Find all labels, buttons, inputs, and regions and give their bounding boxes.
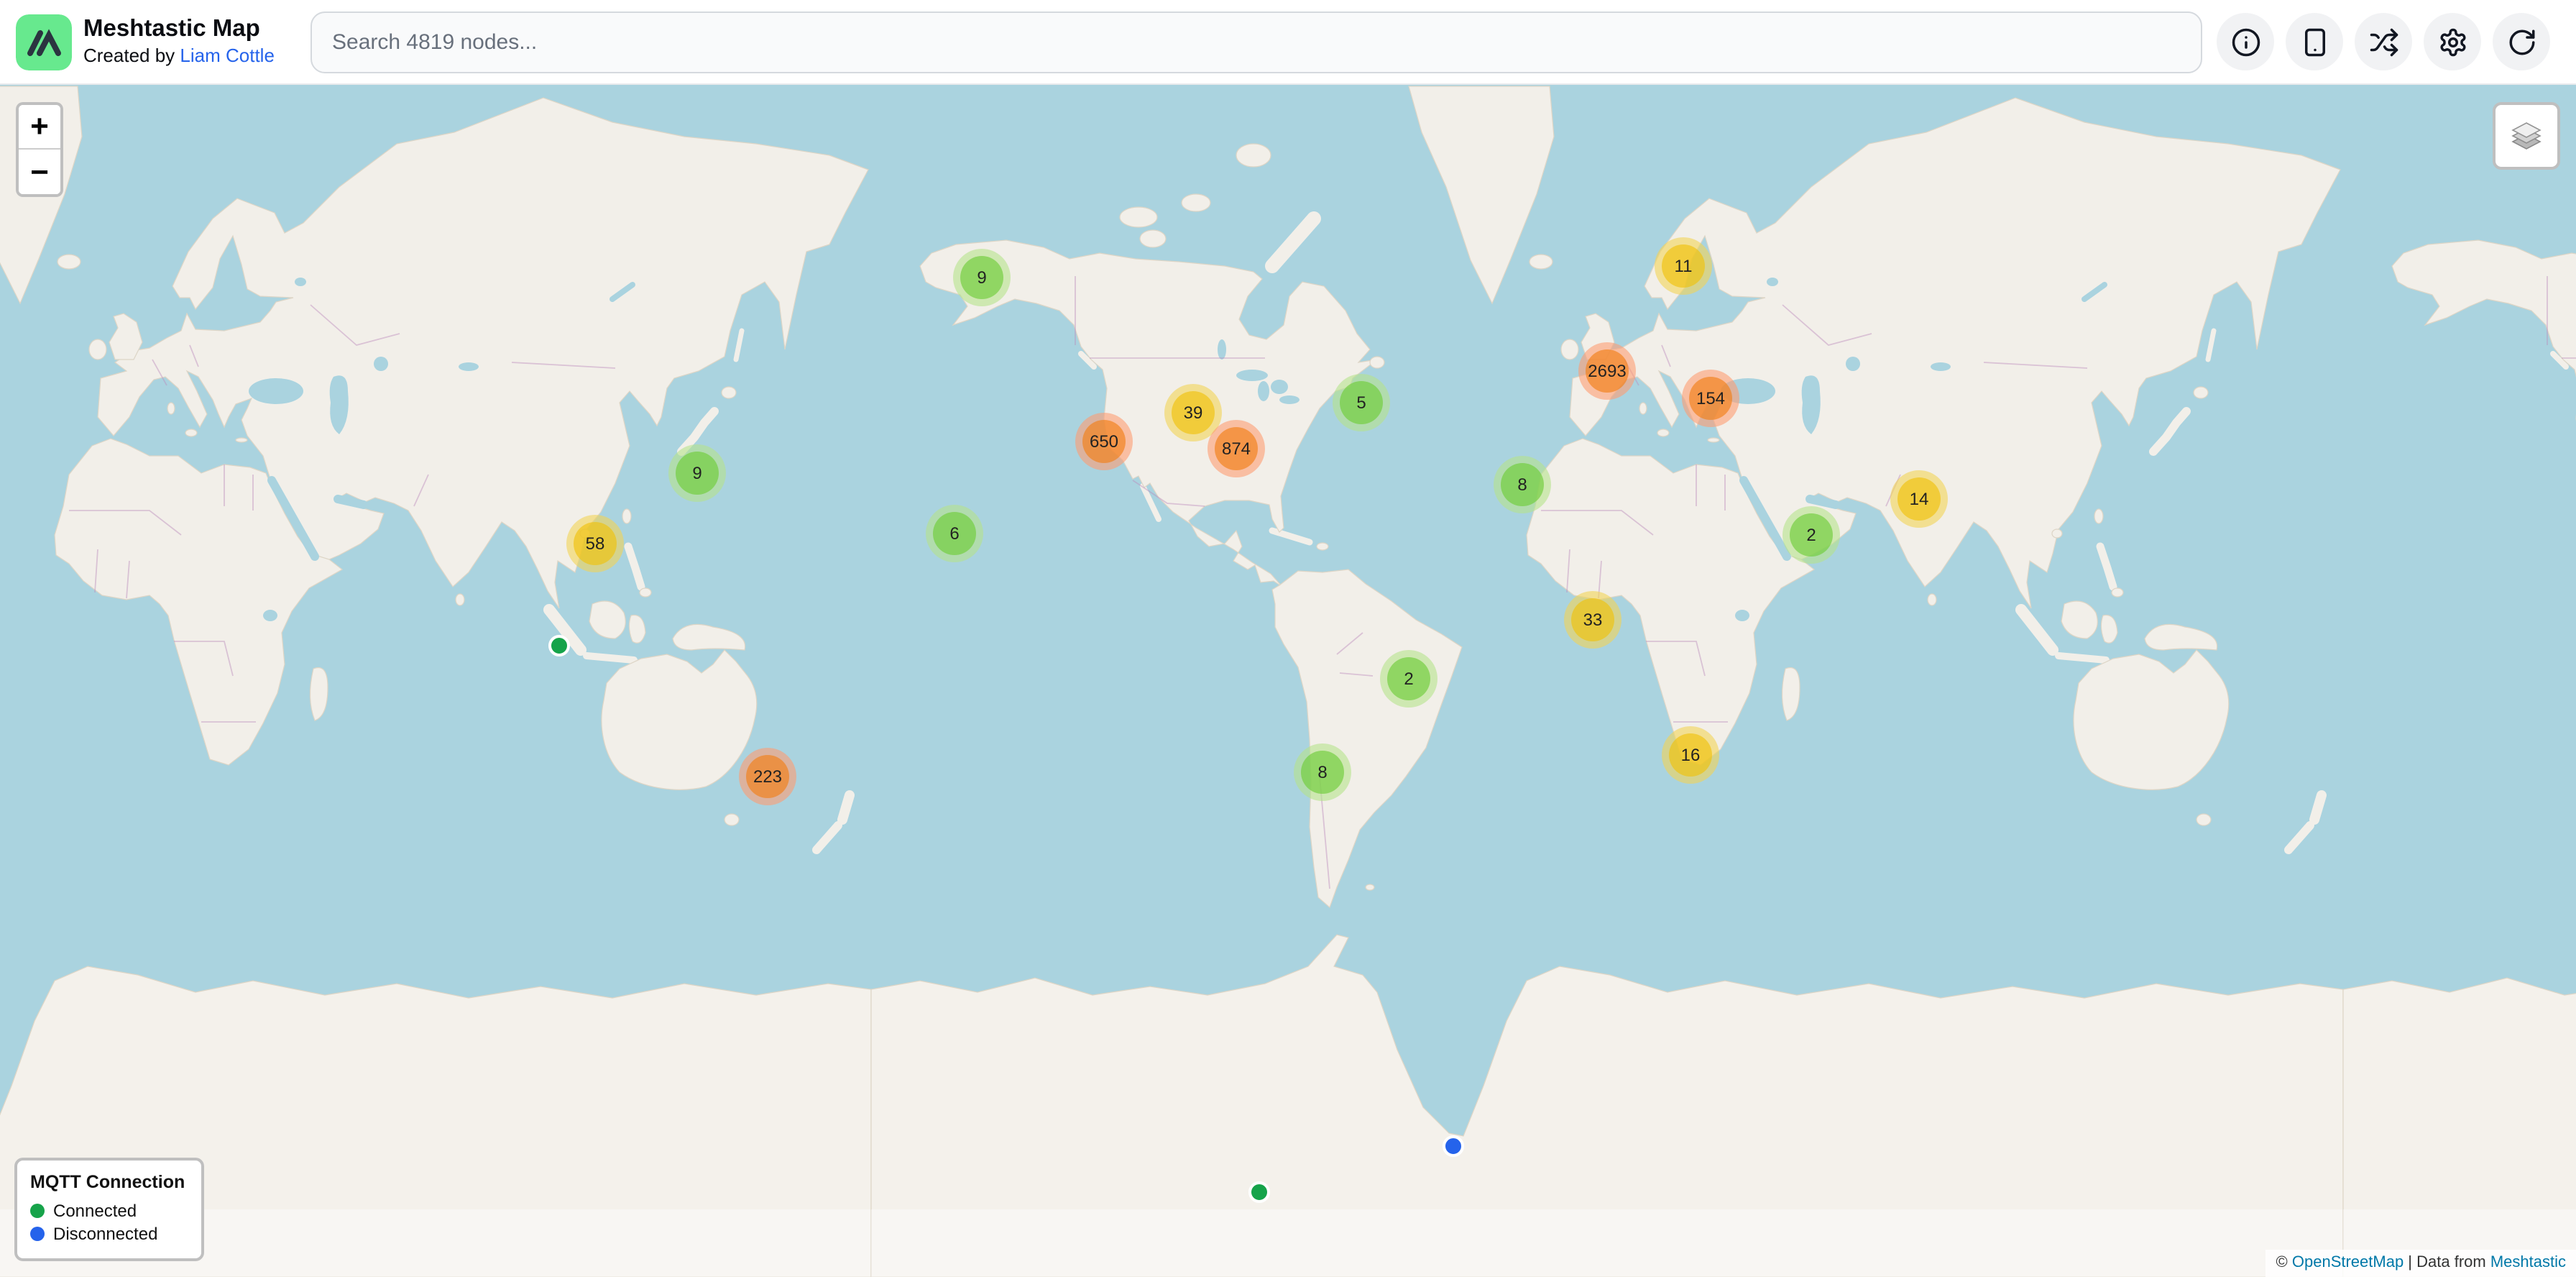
random-node-button[interactable] bbox=[2355, 13, 2412, 70]
byline: Created by Liam Cottle bbox=[83, 45, 299, 68]
mobile-app-button[interactable] bbox=[2286, 13, 2343, 70]
cluster-count: 2693 bbox=[1586, 349, 1629, 393]
cluster-count: 9 bbox=[960, 256, 1003, 299]
cluster-marker[interactable]: 154 bbox=[1682, 370, 1739, 427]
cluster-marker[interactable]: 874 bbox=[1208, 420, 1265, 477]
refresh-button[interactable] bbox=[2493, 13, 2550, 70]
attribution-separator: | Data from bbox=[2404, 1254, 2490, 1271]
search-input[interactable] bbox=[310, 11, 2202, 73]
cluster-marker[interactable]: 11 bbox=[1655, 237, 1712, 295]
cluster-count: 6 bbox=[933, 512, 976, 555]
cluster-marker[interactable]: 9 bbox=[668, 444, 726, 502]
cluster-count: 9 bbox=[676, 452, 719, 495]
cluster-marker[interactable]: 223 bbox=[739, 748, 796, 805]
marker-layer: 9 11 2693 154 650 39874 5 9 6 58 8 2 14 33 16 2 8 223 bbox=[0, 0, 2576, 1277]
cluster-marker[interactable]: 14 bbox=[1890, 470, 1948, 528]
cluster-count: 2 bbox=[1790, 513, 1833, 557]
toolbar bbox=[2217, 13, 2550, 70]
zoom-out-button[interactable]: − bbox=[19, 150, 60, 194]
cluster-count: 2 bbox=[1387, 657, 1430, 700]
node-marker-disconnected[interactable] bbox=[1443, 1135, 1464, 1157]
cluster-marker[interactable]: 5 bbox=[1333, 374, 1390, 431]
legend-item-disconnected: Disconnected bbox=[30, 1222, 188, 1245]
settings-button[interactable] bbox=[2424, 13, 2481, 70]
cluster-count: 11 bbox=[1662, 244, 1705, 288]
cluster-count: 14 bbox=[1898, 477, 1941, 521]
cluster-marker[interactable]: 2 bbox=[1782, 506, 1840, 564]
cluster-count: 8 bbox=[1301, 751, 1344, 794]
cluster-marker[interactable]: 2 bbox=[1380, 650, 1438, 708]
node-marker-connected[interactable] bbox=[1248, 1181, 1270, 1203]
cluster-marker[interactable]: 16 bbox=[1662, 726, 1719, 784]
cluster-count: 16 bbox=[1669, 733, 1712, 777]
gear-icon bbox=[2437, 27, 2467, 57]
map-attribution: © OpenStreetMap | Data from Meshtastic bbox=[2266, 1250, 2576, 1277]
smartphone-icon bbox=[2299, 27, 2329, 57]
layers-control[interactable] bbox=[2493, 102, 2560, 170]
page-title: Meshtastic Map bbox=[83, 16, 299, 45]
zoom-control: + − bbox=[16, 102, 63, 197]
connected-dot-icon bbox=[30, 1204, 45, 1218]
byline-prefix: Created by bbox=[83, 45, 180, 66]
cluster-count: 39 bbox=[1172, 391, 1215, 434]
cluster-count: 154 bbox=[1689, 377, 1732, 420]
info-button[interactable] bbox=[2217, 13, 2274, 70]
meshtastic-map-app: 9 11 2693 154 650 39874 5 9 6 58 8 2 14 33 16 2 8 223 Mes… bbox=[0, 0, 2576, 1277]
zoom-in-button[interactable]: + bbox=[19, 105, 60, 150]
cluster-marker[interactable]: 8 bbox=[1294, 743, 1351, 801]
cluster-count: 874 bbox=[1215, 427, 1258, 470]
cluster-count: 5 bbox=[1340, 381, 1383, 424]
cluster-marker[interactable]: 8 bbox=[1494, 456, 1551, 513]
disconnected-dot-icon bbox=[30, 1227, 45, 1241]
author-link[interactable]: Liam Cottle bbox=[180, 45, 275, 66]
header-bar: Meshtastic Map Created by Liam Cottle bbox=[0, 0, 2576, 85]
cluster-marker[interactable]: 2693 bbox=[1578, 342, 1636, 400]
cluster-count: 8 bbox=[1501, 463, 1544, 506]
cluster-marker[interactable]: 6 bbox=[926, 505, 983, 562]
copyright-text: © bbox=[2276, 1254, 2292, 1271]
legend-label: Disconnected bbox=[53, 1222, 157, 1245]
cluster-count: 33 bbox=[1571, 598, 1614, 641]
meshtastic-logo-icon bbox=[16, 14, 72, 70]
osm-link[interactable]: OpenStreetMap bbox=[2292, 1254, 2404, 1271]
world-map[interactable]: 9 11 2693 154 650 39874 5 9 6 58 8 2 14 33 16 2 8 223 bbox=[0, 0, 2576, 1277]
meshtastic-link[interactable]: Meshtastic bbox=[2490, 1254, 2566, 1271]
legend-item-connected: Connected bbox=[30, 1199, 188, 1222]
shuffle-icon bbox=[2368, 27, 2398, 57]
cluster-marker[interactable]: 33 bbox=[1564, 591, 1622, 649]
mqtt-connection-legend: MQTT Connection Connected Disconnected bbox=[14, 1158, 204, 1261]
cluster-marker[interactable]: 650 bbox=[1075, 413, 1133, 470]
cluster-count: 223 bbox=[746, 755, 789, 798]
cluster-count: 58 bbox=[574, 522, 617, 565]
cluster-marker[interactable]: 58 bbox=[566, 515, 624, 572]
refresh-icon bbox=[2506, 27, 2536, 57]
title-block: Meshtastic Map Created by Liam Cottle bbox=[83, 16, 299, 68]
legend-label: Connected bbox=[53, 1199, 137, 1222]
legend-title: MQTT Connection bbox=[30, 1172, 188, 1192]
node-marker-connected[interactable] bbox=[548, 635, 570, 656]
cluster-marker[interactable]: 9 bbox=[953, 249, 1011, 306]
info-icon bbox=[2230, 27, 2260, 57]
cluster-count: 650 bbox=[1082, 420, 1126, 463]
layers-icon bbox=[2507, 116, 2546, 155]
